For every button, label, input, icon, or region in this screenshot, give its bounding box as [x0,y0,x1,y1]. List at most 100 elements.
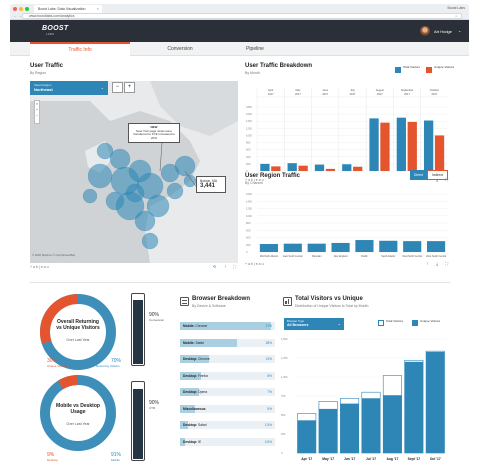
browser-row-value: 5% [267,406,272,411]
bar-unique[interactable] [434,135,445,171]
map-bubble[interactable] [183,174,197,188]
x-tick-label: Aug '17 [387,457,399,461]
zoom-in-button[interactable]: + [124,82,135,93]
traffic-breakdown-chart: 180016001400120010008006004002000April20… [246,87,448,173]
legend-swatch-total-visitors [378,320,384,326]
minimize-window-icon[interactable] [19,7,23,11]
region-map[interactable] [30,81,238,263]
x-tick-label: September [401,88,414,92]
map-footer: + a b | e a u ⟲ ⭫ ⛶ [30,263,238,271]
bar-unique-visitors[interactable] [426,351,445,453]
user-name[interactable]: Art Hodge [434,29,452,34]
star-icon[interactable]: ☆ [455,14,458,19]
bar-unique-visitors[interactable] [340,403,359,453]
indirect-button[interactable]: Indirect [427,170,448,180]
browser-row[interactable]: Desktop: Chrome 13% [180,355,275,363]
legend-label-total: Total Visitors [403,65,420,69]
fullscreen-icon[interactable]: ⛶ [445,260,448,268]
bar-unique[interactable] [298,165,308,171]
bar-total[interactable] [260,163,270,171]
browser-device: Desktop: [183,357,198,361]
map-bubble[interactable] [109,148,131,170]
browser-row[interactable]: Mobile: Safari 28% [180,338,275,347]
ctr-bar[interactable] [131,381,145,461]
x-tick-label: 2017 [295,92,301,96]
map-bubble[interactable] [87,163,113,189]
bar-unique-visitors[interactable] [361,398,381,453]
bar-direct[interactable] [259,244,279,252]
bar-unique-visitors[interactable] [318,408,338,453]
browser-row[interactable]: Desktop: IE 0.5% [180,437,275,446]
close-window-icon[interactable] [13,7,17,11]
browser-row[interactable]: Desktop: Firefox 8% [180,371,275,380]
avatar[interactable] [420,26,430,36]
x-tick-label: Mid-North Atlantic [260,255,279,258]
bar-total[interactable] [342,164,352,171]
browser-row[interactable]: Desktop: Safari 1.5% [180,421,275,429]
bar-direct[interactable] [426,241,446,252]
share-icon[interactable]: ⭫ [225,263,226,271]
browser-row-label: Desktop: Safari [183,421,207,429]
region-select[interactable]: Select Region Northeast ⌄ [30,81,108,95]
bar-total[interactable] [423,120,434,171]
bar-unique[interactable] [325,168,336,171]
app-header: BOOST LABS Art Hodge ⌄ [10,20,469,42]
chevron-down-icon: ⌄ [337,321,341,326]
bar-unique[interactable] [353,166,363,171]
map-bubble[interactable] [125,183,145,203]
maximize-window-icon[interactable] [25,7,29,11]
chevron-down-icon[interactable]: ⌄ [458,28,461,33]
bar-unique[interactable] [271,166,281,171]
bar-direct[interactable] [331,242,350,252]
conversion-bar[interactable] [131,293,145,366]
fullscreen-icon[interactable]: ⛶ [233,263,236,271]
download-icon[interactable]: ⤓ [436,260,438,268]
bar-unique[interactable] [380,122,390,171]
browser-row[interactable]: Mobile: Chrome 37% [180,322,275,330]
browser-row[interactable]: Miscellaneous 5% [180,404,275,413]
bar-total[interactable] [396,117,406,171]
close-icon[interactable]: × [97,5,99,13]
map-bubble[interactable] [105,191,125,211]
share-icon[interactable]: ⭫ [427,260,428,268]
bar-total[interactable] [314,164,325,171]
bar-unique-visitors[interactable] [383,395,402,453]
y-tick-label: 1400 [246,119,252,123]
browser-tab-title: Boost Labs: Data Visualization [38,7,86,11]
map-bubble[interactable] [166,182,184,200]
map-bubble[interactable] [146,194,170,218]
nav-tabs: Traffic Info Conversion Pipeline [10,42,469,56]
browser-row[interactable]: Desktop: Opera 7% [180,388,275,396]
tableau-logo: + a b | e a u [245,262,264,266]
map-toolbar[interactable]: ⌕ + − [34,100,40,124]
back-icon[interactable]: ← [13,13,17,18]
zoom-out-button[interactable]: − [112,82,123,93]
x-tick-label: August [376,88,384,92]
browser-type-select[interactable]: Browser Type All Browsers ⌄ [284,318,344,330]
logo[interactable]: BOOST [42,25,68,32]
bar-direct[interactable] [355,240,374,252]
bar-total[interactable] [369,118,379,171]
x-tick-label: October [430,88,439,92]
undo-icon[interactable]: ⟲ [213,263,216,271]
direct-button[interactable]: Direct [410,170,427,180]
browser-tab[interactable]: Boost Labs: Data Visualization × [34,5,102,13]
x-tick-label: 2017 [404,92,410,96]
bar-direct[interactable] [307,243,326,252]
bar-total[interactable] [287,163,297,171]
tab-traffic-info[interactable]: Traffic Info [30,42,130,56]
tab-pipeline[interactable]: Pipeline [220,42,290,56]
donut-ring-desktop[interactable] [57,375,79,390]
bar-direct[interactable] [403,241,422,252]
x-tick-label: Pacific [361,256,369,258]
bar-unique-visitors[interactable] [404,361,424,453]
map-bubble[interactable] [174,155,196,177]
map-bubble[interactable] [141,232,159,250]
bar-direct[interactable] [379,240,398,252]
map-bubble[interactable] [82,188,98,204]
bar-direct[interactable] [283,243,302,252]
tab-conversion[interactable]: Conversion [140,42,220,56]
address-bar[interactable]: www.boostlabs.com/analytics ☆ [22,13,462,19]
bar-unique-visitors[interactable] [297,420,316,453]
bar-unique[interactable] [407,121,417,171]
